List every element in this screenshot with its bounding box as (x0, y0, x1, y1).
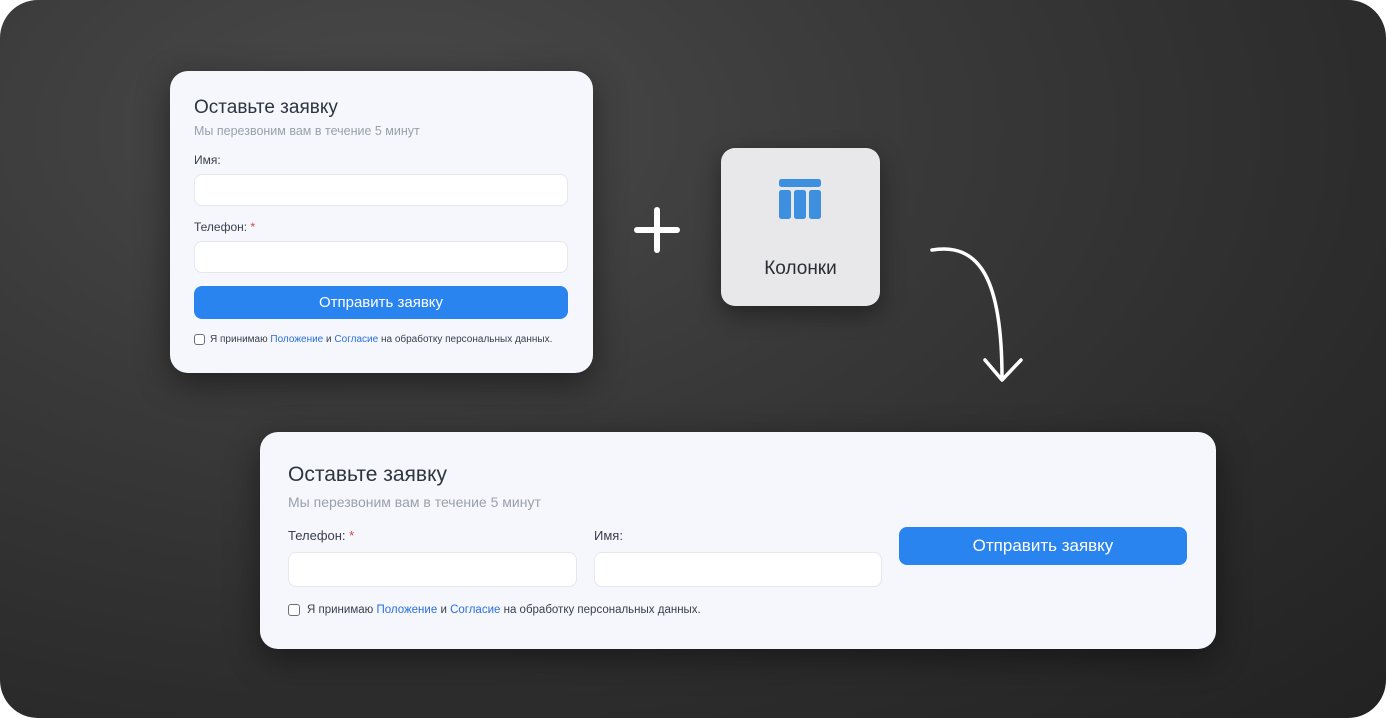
form-subtitle: Мы перезвоним вам в течение 5 минут (194, 124, 420, 138)
submit-button[interactable]: Отправить заявку (899, 527, 1187, 565)
phone-label: Телефон: * (288, 528, 355, 543)
consent-checkbox[interactable] (194, 334, 205, 345)
regulation-link[interactable]: Положение (376, 604, 437, 616)
plus-icon (634, 207, 680, 253)
form-card-single-column: Оставьте заявку Мы перезвоним вам в тече… (170, 71, 593, 373)
name-input[interactable] (594, 552, 882, 587)
form-title: Оставьте заявку (194, 97, 338, 118)
name-input[interactable] (194, 174, 568, 206)
illustration-background: Оставьте заявку Мы перезвоним вам в тече… (0, 0, 1386, 718)
form-subtitle: Мы перезвоним вам в течение 5 минут (288, 494, 541, 510)
required-mark: * (250, 220, 256, 234)
columns-block-tile[interactable]: Колонки (721, 148, 880, 306)
curved-arrow-down-icon (930, 247, 1023, 382)
agreement-link[interactable]: Согласие (334, 334, 378, 345)
phone-input[interactable] (288, 552, 577, 587)
phone-input[interactable] (194, 241, 568, 273)
name-label: Имя: (594, 528, 623, 543)
name-label: Имя: (194, 153, 221, 167)
consent-text: Я принимаю Положение и Согласие на обраб… (307, 604, 701, 616)
agreement-link[interactable]: Согласие (450, 604, 500, 616)
consent-text: Я принимаю Положение и Согласие на обраб… (210, 334, 553, 345)
form-title: Оставьте заявку (288, 463, 448, 486)
form-card-columns: Оставьте заявку Мы перезвоним вам в тече… (260, 432, 1216, 649)
phone-label: Телефон: * (194, 220, 256, 234)
required-mark: * (349, 528, 355, 543)
regulation-link[interactable]: Положение (270, 334, 323, 345)
submit-button[interactable]: Отправить заявку (194, 286, 568, 319)
columns-icon (779, 179, 821, 219)
tile-label: Колонки (764, 258, 837, 279)
consent-checkbox[interactable] (288, 604, 300, 616)
